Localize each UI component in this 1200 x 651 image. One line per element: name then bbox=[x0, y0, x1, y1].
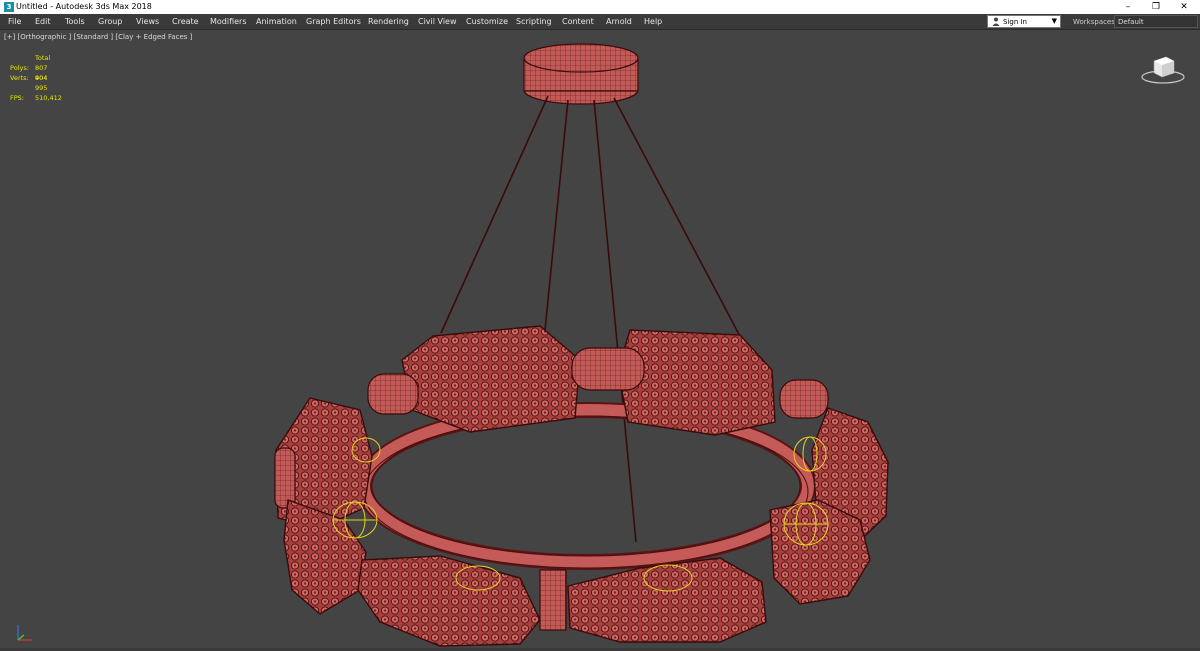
menu-bar: File Edit Tools Group Views Create Modif… bbox=[0, 14, 1200, 30]
window-title: Untitled - Autodesk 3ds Max 2018 bbox=[16, 2, 152, 11]
sign-in-label: Sign In bbox=[1003, 18, 1027, 26]
perspective-viewport[interactable]: [+] [Orthographic ] [Standard ] [Clay + … bbox=[0, 30, 1200, 651]
viewcube-icon[interactable] bbox=[1140, 53, 1186, 85]
chevron-down-icon: ▼ bbox=[1051, 17, 1057, 25]
menu-content[interactable]: Content bbox=[562, 17, 594, 26]
axis-tripod-icon bbox=[17, 625, 32, 641]
menu-edit[interactable]: Edit bbox=[35, 17, 51, 26]
polys-label: Polys: bbox=[10, 64, 29, 72]
ceiling-canopy[interactable] bbox=[523, 43, 639, 105]
menu-file[interactable]: File bbox=[8, 17, 21, 26]
menu-rendering[interactable]: Rendering bbox=[368, 17, 409, 26]
close-button[interactable]: ✕ bbox=[1172, 0, 1196, 14]
inner-ring[interactable] bbox=[356, 402, 816, 570]
menu-customize[interactable]: Customize bbox=[466, 17, 508, 26]
suspension-cables bbox=[440, 95, 743, 543]
menu-graph-editors[interactable]: Graph Editors bbox=[306, 17, 361, 26]
menu-civil-view[interactable]: Civil View bbox=[418, 17, 457, 26]
menu-scripting[interactable]: Scripting bbox=[516, 17, 552, 26]
scene-view[interactable] bbox=[0, 30, 1200, 651]
stats-header: Total bbox=[35, 54, 51, 62]
maximize-button[interactable]: ❐ bbox=[1144, 0, 1168, 14]
viewport-label[interactable]: [+] [Orthographic ] [Standard ] [Clay + … bbox=[4, 33, 192, 41]
fps-value: 510,412 bbox=[35, 94, 62, 102]
sign-in-dropdown[interactable]: Sign In ▼ bbox=[987, 15, 1061, 28]
menu-views[interactable]: Views bbox=[136, 17, 159, 26]
workspaces-label: Workspaces: bbox=[1073, 18, 1118, 26]
title-bar: 3 Untitled - Autodesk 3ds Max 2018 – ❐ ✕ bbox=[0, 0, 1200, 14]
lamp-panels-front[interactable] bbox=[283, 499, 871, 647]
menu-animation[interactable]: Animation bbox=[256, 17, 297, 26]
person-icon bbox=[992, 17, 1000, 26]
menu-create[interactable]: Create bbox=[172, 17, 199, 26]
verts-value: 404 995 bbox=[35, 74, 48, 92]
workspaces-select[interactable]: Default bbox=[1114, 15, 1198, 28]
menu-group[interactable]: Group bbox=[98, 17, 122, 26]
menu-tools[interactable]: Tools bbox=[65, 17, 85, 26]
workspaces-value: Default bbox=[1118, 18, 1144, 26]
verts-label: Verts: bbox=[10, 74, 29, 82]
menu-arnold[interactable]: Arnold bbox=[606, 17, 632, 26]
menu-help[interactable]: Help bbox=[644, 17, 662, 26]
fps-label: FPS: bbox=[10, 94, 24, 102]
minimize-button[interactable]: – bbox=[1116, 0, 1140, 14]
3ds-max-app-icon[interactable]: 3 bbox=[4, 2, 14, 12]
menu-modifiers[interactable]: Modifiers bbox=[210, 17, 247, 26]
